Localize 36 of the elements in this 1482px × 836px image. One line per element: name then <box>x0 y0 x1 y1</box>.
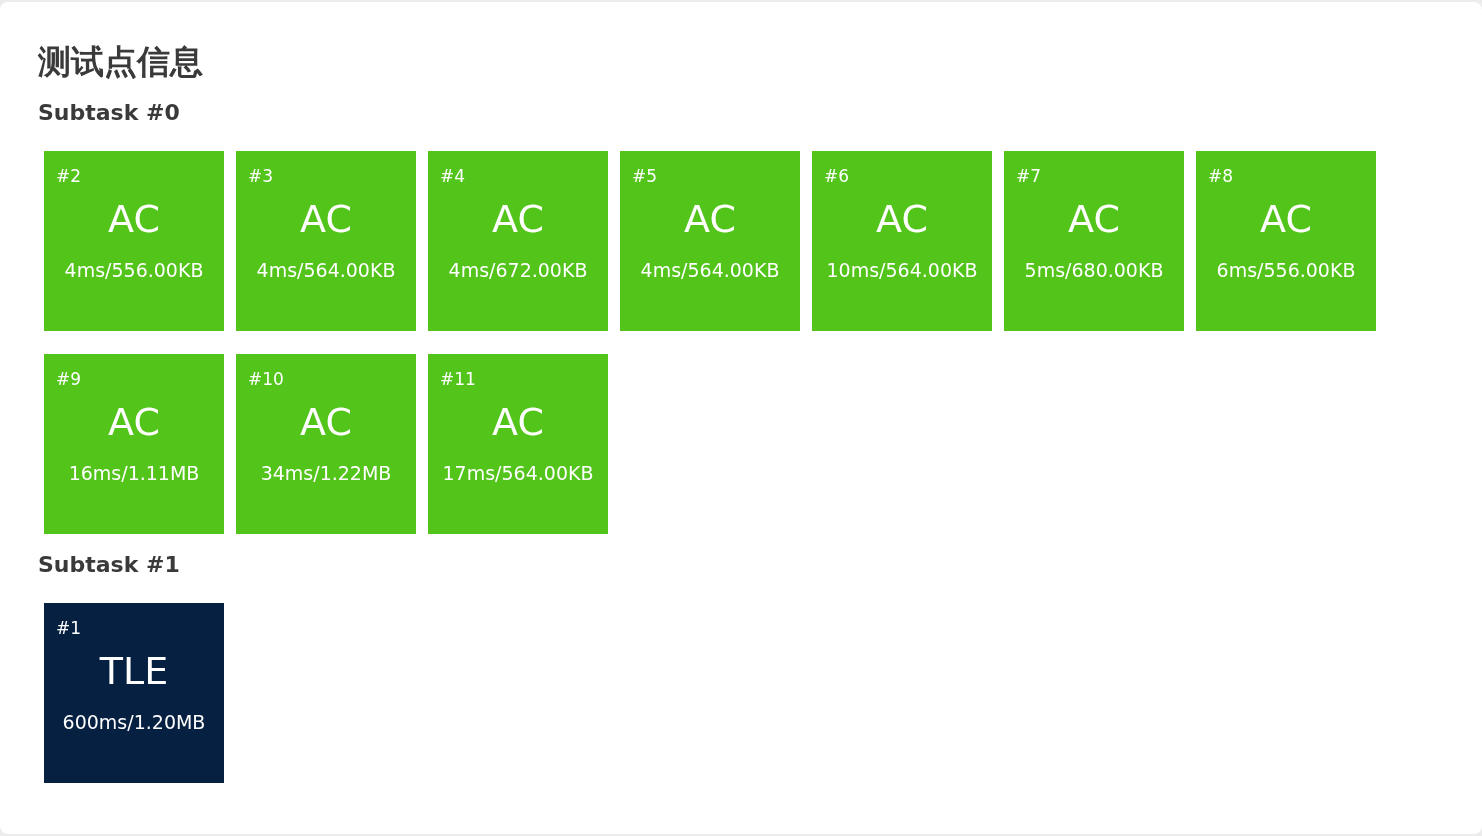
time-memory-text: 10ms/564.00KB <box>826 258 978 283</box>
case-number: #11 <box>440 368 476 390</box>
time-memory-text: 6ms/556.00KB <box>1216 258 1356 283</box>
verdict-label: AC <box>108 399 160 446</box>
case-number: #4 <box>440 165 466 187</box>
subtask-heading: Subtask #0 <box>38 99 180 127</box>
verdict-label: AC <box>684 196 736 243</box>
time-memory-text: 17ms/564.00KB <box>442 461 594 486</box>
section-title: 测试点信息 <box>38 42 203 82</box>
case-number: #8 <box>1208 165 1234 187</box>
case-number: #10 <box>248 368 284 390</box>
case-number: #9 <box>56 368 82 390</box>
verdict-label: AC <box>492 399 544 446</box>
time-memory-text: 34ms/1.22MB <box>260 461 392 486</box>
verdict-label: AC <box>492 196 544 243</box>
case-number: #2 <box>56 165 82 187</box>
case-number: #1 <box>56 617 82 639</box>
time-memory-text: 5ms/680.00KB <box>1024 258 1164 283</box>
case-number: #5 <box>632 165 658 187</box>
case-number: #7 <box>1016 165 1042 187</box>
verdict-label: AC <box>300 399 352 446</box>
case-number: #3 <box>248 165 274 187</box>
verdict-label: AC <box>1068 196 1120 243</box>
verdict-label: AC <box>108 196 160 243</box>
time-memory-text: 4ms/564.00KB <box>640 258 780 283</box>
verdict-label: AC <box>1260 196 1312 243</box>
time-memory-text: 4ms/556.00KB <box>64 258 204 283</box>
time-memory-text: 16ms/1.11MB <box>68 461 200 486</box>
case-number: #6 <box>824 165 850 187</box>
subtask-heading: Subtask #1 <box>38 551 180 579</box>
time-memory-text: 600ms/1.20MB <box>62 710 206 735</box>
time-memory-text: 4ms/672.00KB <box>448 258 588 283</box>
verdict-label: TLE <box>99 648 169 695</box>
verdict-label: AC <box>300 196 352 243</box>
verdict-label: AC <box>876 196 928 243</box>
time-memory-text: 4ms/564.00KB <box>256 258 396 283</box>
